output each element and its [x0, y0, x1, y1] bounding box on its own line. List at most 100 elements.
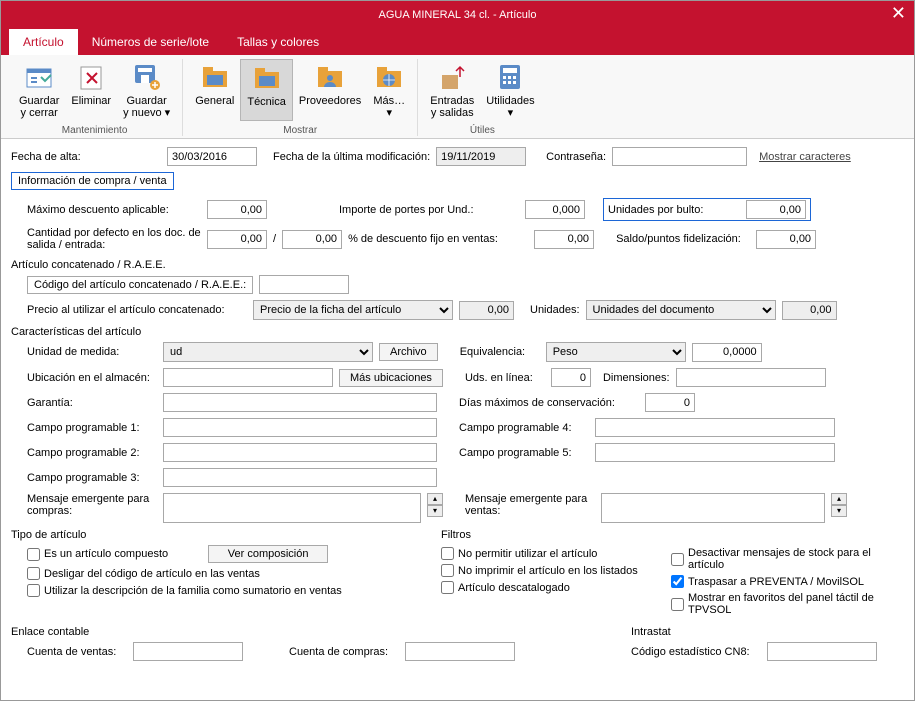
intrastat-title: Intrastat [631, 626, 904, 638]
save-new-button[interactable]: Guardary nuevo ▾ [117, 59, 176, 121]
cb-compuesto[interactable] [27, 548, 40, 561]
cp1-input[interactable] [163, 418, 437, 437]
utilidades-button[interactable]: Utilidades▾ [480, 59, 540, 121]
precio-concat-select[interactable]: Precio de la ficha del artículo [253, 300, 453, 320]
und-bulto-label: Unidades por bulto: [608, 204, 738, 216]
caract-title: Características del artículo [11, 326, 141, 338]
cb-desc-familia[interactable] [27, 584, 40, 597]
archivo-button[interactable]: Archivo [379, 343, 438, 361]
main-tabs: Artículo Números de serie/lote Tallas y … [1, 29, 914, 55]
msg-compras-input[interactable] [163, 493, 421, 523]
cant-def2-input[interactable] [282, 230, 342, 249]
cb-no-imprimir[interactable] [441, 564, 454, 577]
tab-articulo[interactable]: Artículo [9, 29, 78, 55]
cp3-input[interactable] [163, 468, 437, 487]
cant-def1-input[interactable] [207, 230, 267, 249]
dias-max-input[interactable] [645, 393, 695, 412]
max-desc-input[interactable] [207, 200, 267, 219]
cc-input[interactable] [405, 642, 515, 661]
ribbon: Guardary cerrar Eliminar Guardary nuevo … [1, 55, 914, 139]
cp5-input[interactable] [595, 443, 835, 462]
cp2-label: Campo programable 2: [27, 447, 157, 459]
ribbon-group-label: Mostrar [283, 125, 317, 136]
tecnica-button[interactable]: Técnica [240, 59, 293, 121]
cp3-label: Campo programable 3: [27, 472, 157, 484]
msg-compras-label: Mensaje emergente para compras: [27, 493, 157, 517]
cp2-input[interactable] [163, 443, 437, 462]
cp4-input[interactable] [595, 418, 835, 437]
msg-ventas-input[interactable] [601, 493, 825, 523]
cv-input[interactable] [133, 642, 243, 661]
unidad-medida-select[interactable]: ud [163, 342, 373, 362]
cp4-label: Campo programable 4: [459, 422, 589, 434]
fecha-alta-label: Fecha de alta: [11, 151, 161, 163]
concat-code-input[interactable] [259, 275, 349, 294]
cb-desligar[interactable] [27, 567, 40, 580]
unidades-select[interactable]: Unidades del documento [586, 300, 776, 320]
unidad-medida-label: Unidad de medida: [27, 346, 157, 358]
dimensiones-input[interactable] [676, 368, 826, 387]
window-title: AGUA MINERAL 34 cl. - Artículo [379, 9, 537, 21]
mostrar-caracteres-link[interactable]: Mostrar caracteres [759, 151, 851, 163]
precio-concat-label: Precio al utilizar el artículo concatena… [27, 304, 247, 316]
save-new-icon [131, 61, 163, 93]
equiv-val-input[interactable] [692, 343, 762, 362]
close-icon[interactable]: ✕ [891, 3, 906, 24]
contrasena-label: Contraseña: [546, 151, 606, 163]
cp1-label: Campo programable 1: [27, 422, 157, 434]
cb-no-permitir[interactable] [441, 547, 454, 560]
cb-traspasar[interactable] [671, 575, 684, 588]
filtros-title: Filtros [441, 529, 641, 541]
save-icon [23, 61, 55, 93]
general-button[interactable]: General [189, 59, 240, 121]
titlebar: AGUA MINERAL 34 cl. - Artículo ✕ [1, 1, 914, 29]
cc-label: Cuenta de compras: [289, 646, 399, 658]
contrasena-input[interactable] [612, 147, 747, 166]
scroll-up-icon[interactable]: ▴ [831, 493, 847, 505]
proveedores-button[interactable]: Proveedores [293, 59, 367, 121]
precio-concat-val [459, 301, 514, 320]
mas-ubicaciones-button[interactable]: Más ubicaciones [339, 369, 443, 387]
ribbon-group-label: Útiles [470, 125, 495, 136]
folder-icon [251, 62, 283, 94]
garantia-label: Garantía: [27, 397, 157, 409]
saldo-label: Saldo/puntos fidelización: [616, 233, 750, 245]
unidades-label: Unidades: [530, 304, 580, 316]
cb-desactivar-stock[interactable] [671, 553, 684, 566]
garantia-input[interactable] [163, 393, 437, 412]
cb-favoritos[interactable] [671, 598, 684, 611]
mas-button[interactable]: Más…▾ [367, 59, 411, 121]
ubicacion-input[interactable] [163, 368, 333, 387]
delete-icon [75, 61, 107, 93]
calculator-icon [494, 61, 526, 93]
uds-linea-input[interactable] [551, 368, 591, 387]
cb-descatalogado[interactable] [441, 581, 454, 594]
fecha-mod-input [436, 147, 526, 166]
delete-button[interactable]: Eliminar [65, 59, 117, 121]
cp5-label: Campo programable 5: [459, 447, 589, 459]
uds-linea-label: Uds. en línea: [465, 372, 545, 384]
scroll-up-icon[interactable]: ▴ [427, 493, 443, 505]
saldo-input[interactable] [756, 230, 816, 249]
desc-fijo-label: % de descuento fijo en ventas: [348, 233, 528, 245]
cn8-label: Código estadístico CN8: [631, 646, 761, 658]
dimensiones-label: Dimensiones: [603, 372, 670, 384]
dias-max-label: Días máximos de conservación: [459, 397, 639, 409]
save-close-button[interactable]: Guardary cerrar [13, 59, 65, 121]
tab-tallas[interactable]: Tallas y colores [223, 29, 333, 55]
und-bulto-input[interactable] [746, 200, 806, 219]
max-desc-label: Máximo descuento aplicable: [11, 204, 201, 216]
equiv-select[interactable]: Peso [546, 342, 686, 362]
scroll-down-icon[interactable]: ▾ [831, 505, 847, 517]
cn8-input[interactable] [767, 642, 877, 661]
entradas-salidas-button[interactable]: Entradasy salidas [424, 59, 480, 121]
importe-portes-input[interactable] [525, 200, 585, 219]
desc-fijo-input[interactable] [534, 230, 594, 249]
ribbon-group-label: Mantenimiento [62, 125, 128, 136]
fecha-alta-input[interactable] [167, 147, 257, 166]
tipo-articulo-title: Tipo de artículo [11, 529, 411, 541]
ver-composicion-button[interactable]: Ver composición [208, 545, 328, 563]
tab-numeros[interactable]: Números de serie/lote [78, 29, 223, 55]
ubicacion-label: Ubicación en el almacén: [27, 372, 157, 384]
scroll-down-icon[interactable]: ▾ [427, 505, 443, 517]
